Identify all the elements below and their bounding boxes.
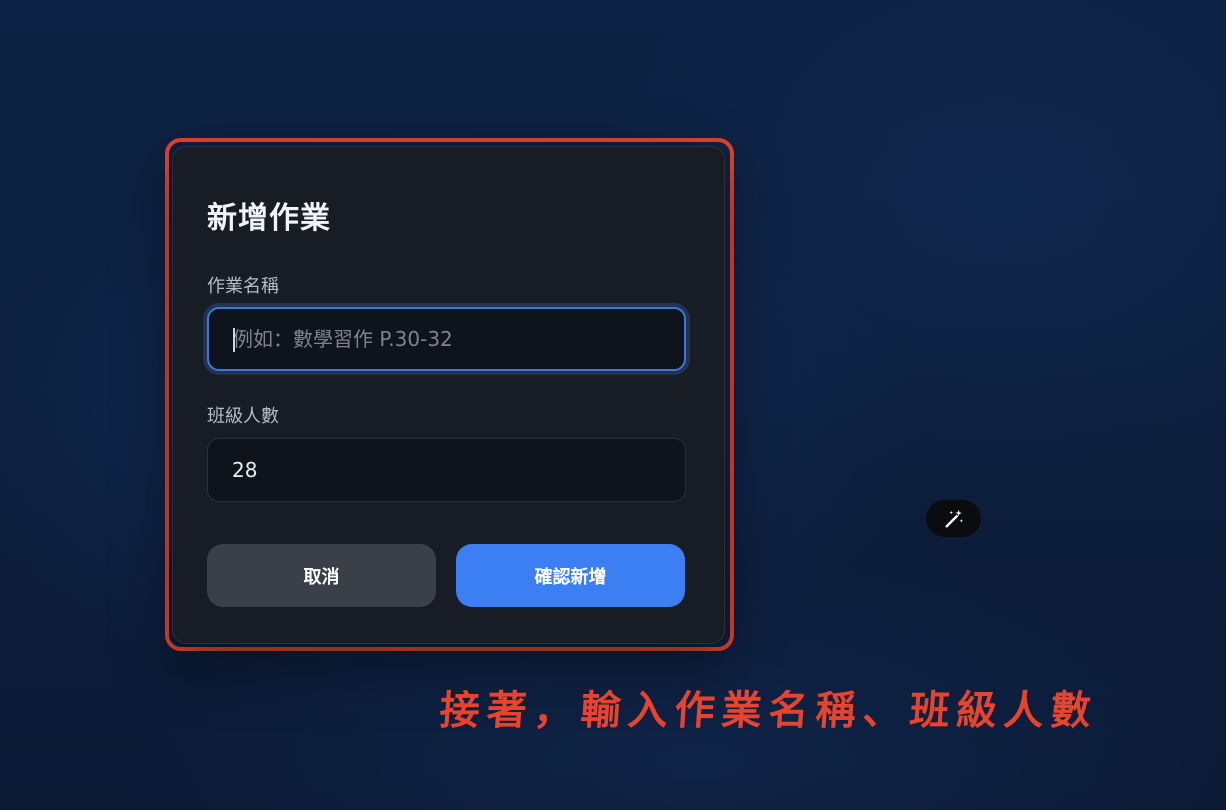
modal-title: 新增作業 (207, 201, 331, 236)
cancel-button[interactable]: 取消 (207, 544, 436, 607)
text-caret (233, 328, 235, 352)
magic-wand-icon (944, 509, 963, 528)
confirm-add-button[interactable]: 確認新增 (456, 544, 685, 607)
assignment-name-input[interactable] (207, 307, 686, 371)
class-size-input[interactable] (207, 438, 686, 502)
magic-wand-button[interactable] (926, 500, 981, 537)
instruction-annotation: 接著，輸入作業名稱、班級人數 (438, 688, 1100, 734)
add-assignment-modal: 新增作業 作業名稱 班級人數 取消 確認新增 (172, 146, 725, 644)
assignment-name-label: 作業名稱 (207, 276, 279, 297)
class-size-label: 班級人數 (207, 406, 279, 427)
